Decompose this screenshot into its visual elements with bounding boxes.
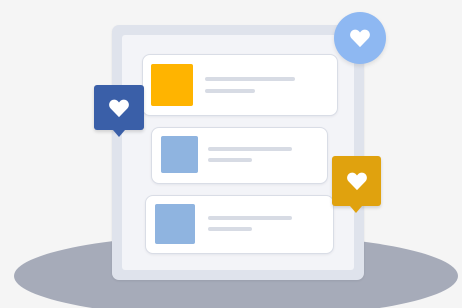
card-text-line (205, 89, 255, 93)
illustration (0, 0, 462, 308)
bubble-tail (350, 206, 362, 213)
card-text-line (208, 147, 292, 151)
heart-bubble-right (332, 156, 381, 213)
card-text-line (208, 158, 252, 162)
card-text-line (208, 227, 252, 231)
card-text-line (208, 216, 292, 220)
heart-icon (349, 28, 371, 48)
heart-icon (108, 98, 130, 118)
list-card (142, 54, 338, 116)
heart-bubble-left (94, 85, 144, 137)
card-thumbnail (161, 136, 198, 173)
list-card (145, 195, 334, 254)
heart-circle (334, 12, 386, 64)
bubble-tail (113, 130, 125, 137)
heart-icon (346, 171, 368, 191)
card-thumbnail (155, 204, 195, 244)
card-thumbnail (151, 64, 193, 106)
list-card (151, 127, 328, 184)
card-text-line (205, 77, 295, 81)
